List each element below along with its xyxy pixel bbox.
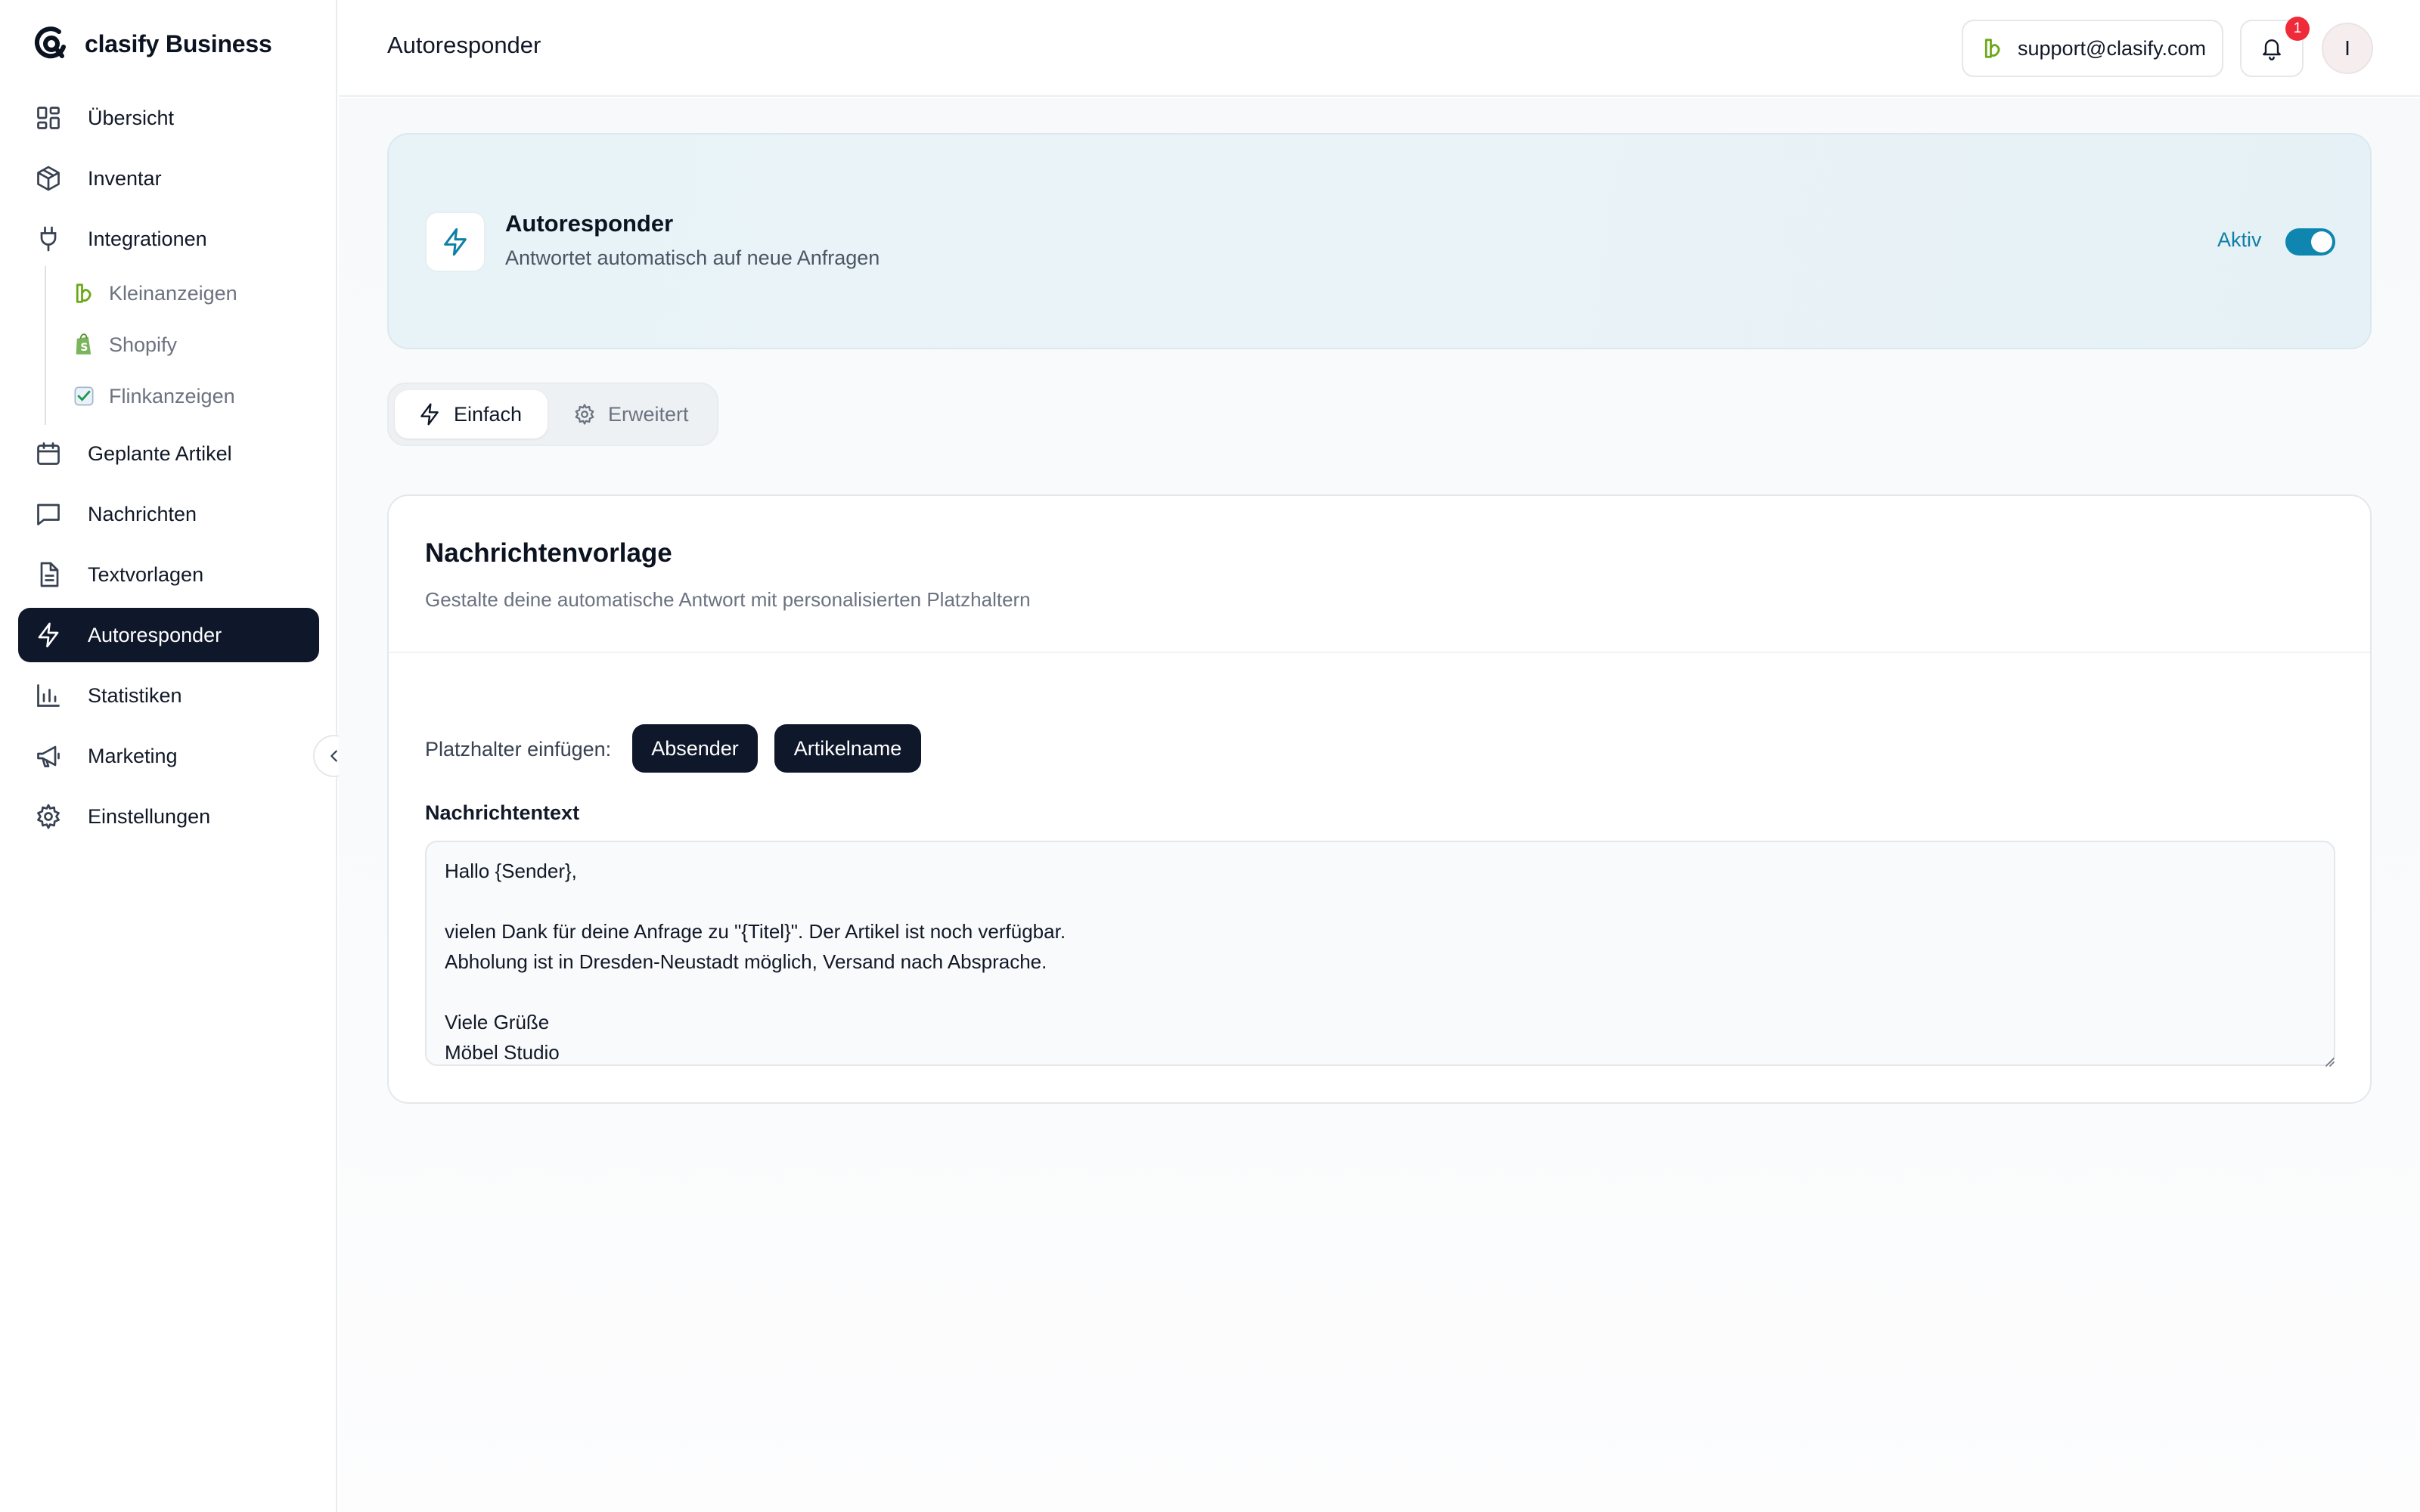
box-icon — [33, 163, 64, 194]
banner-subtitle: Antwortet automatisch auf neue Anfragen — [505, 246, 880, 269]
sidebar-subitem-flinkanzeigen[interactable]: Flinkanzeigen — [73, 376, 235, 416]
flinkanzeigen-icon — [73, 385, 95, 407]
shopify-icon: S — [73, 333, 95, 356]
sidebar-item-label: Einstellungen — [88, 804, 211, 828]
sidebar-item-marketing[interactable]: Marketing — [18, 729, 319, 783]
tab-label: Einfach — [454, 402, 523, 426]
tab-label: Erweitert — [608, 402, 689, 426]
mode-tabs: Einfach Erweitert — [387, 383, 718, 446]
sidebar-item-label: Autoresponder — [88, 623, 222, 646]
svg-text:S: S — [80, 342, 88, 354]
tab-erweitert[interactable]: Erweitert — [567, 390, 711, 438]
brand[interactable]: clasify Business — [33, 24, 272, 64]
card-divider — [389, 652, 2370, 653]
message-text-label: Nachrichtentext — [425, 801, 580, 824]
sidebar-item-geplante-artikel[interactable]: Geplante Artikel — [18, 426, 319, 481]
bar-chart-icon — [33, 680, 64, 711]
gear-icon — [573, 403, 596, 426]
resize-grip-icon[interactable] — [2323, 1055, 2335, 1067]
kleinanzeigen-icon — [73, 282, 95, 305]
bell-icon — [2260, 36, 2284, 60]
sidebar-subitem-label: Kleinanzeigen — [109, 281, 237, 305]
page-title: Autoresponder — [387, 32, 541, 58]
sidebar-item-label: Statistiken — [88, 683, 182, 707]
sidebar-item-label: Nachrichten — [88, 502, 197, 525]
user-avatar[interactable]: I — [2322, 23, 2373, 74]
message-icon — [33, 499, 64, 529]
subnav-divider — [45, 266, 46, 425]
plug-icon — [33, 224, 64, 254]
autoresponder-toggle[interactable] — [2285, 228, 2335, 256]
placeholder-label: Platzhalter einfügen: — [425, 738, 612, 761]
tab-einfach[interactable]: Einfach — [395, 390, 548, 438]
calendar-icon — [33, 438, 64, 469]
sidebar-subitem-kleinanzeigen[interactable]: Kleinanzeigen — [73, 274, 237, 313]
sidebar-item-label: Geplante Artikel — [88, 442, 232, 465]
clasify-logo-icon — [33, 24, 70, 64]
brand-name: clasify Business — [85, 29, 272, 57]
toggle-knob — [2311, 231, 2332, 253]
kleinanzeigen-icon — [1981, 37, 2004, 60]
sidebar-item-label: Integrationen — [88, 227, 207, 250]
sidebar: clasify Business Übersicht Inventar Inte… — [0, 0, 355, 1512]
message-textarea[interactable]: Hallo {Sender}, vielen Dank für deine An… — [425, 841, 2335, 1066]
message-template-card: Nachrichtenvorlage Gestalte deine automa… — [387, 494, 2372, 1104]
insert-title-placeholder-button[interactable]: Artikelname — [774, 724, 921, 773]
insert-sender-placeholder-button[interactable]: Absender — [632, 724, 758, 773]
sidebar-item-inventar[interactable]: Inventar — [18, 151, 319, 206]
megaphone-icon — [33, 741, 64, 771]
sidebar-item-label: Übersicht — [88, 106, 175, 129]
sidebar-item-label: Inventar — [88, 166, 162, 190]
notification-count-badge: 1 — [2285, 17, 2310, 41]
bolt-icon — [33, 620, 64, 650]
sidebar-item-uebersicht[interactable]: Übersicht — [18, 91, 319, 145]
card-subtitle: Gestalte deine automatische Antwort mit … — [425, 588, 1031, 611]
sidebar-item-integrationen[interactable]: Integrationen — [18, 212, 319, 266]
sidebar-item-label: Marketing — [88, 744, 178, 767]
sidebar-item-einstellungen[interactable]: Einstellungen — [18, 789, 319, 844]
document-icon — [33, 559, 64, 590]
sidebar-subitem-label: Flinkanzeigen — [109, 384, 235, 407]
card-title: Nachrichtenvorlage — [425, 538, 672, 568]
sidebar-item-textvorlagen[interactable]: Textvorlagen — [18, 547, 319, 602]
sidebar-item-autoresponder[interactable]: Autoresponder — [18, 608, 319, 662]
sidebar-item-label: Textvorlagen — [88, 562, 204, 586]
dashboard-icon — [33, 103, 64, 133]
sidebar-item-statistiken[interactable]: Statistiken — [18, 668, 319, 723]
active-status-label: Aktiv — [2217, 228, 2262, 251]
autoresponder-status-banner: Autoresponder Antwortet automatisch auf … — [387, 133, 2372, 349]
banner-title: Autoresponder — [505, 210, 674, 237]
bolt-icon — [425, 212, 486, 272]
bolt-icon — [417, 402, 442, 426]
gear-icon — [33, 801, 64, 832]
support-email-label: support@clasify.com — [2018, 36, 2206, 60]
sidebar-subitem-shopify[interactable]: S Shopify — [73, 325, 177, 364]
sidebar-item-nachrichten[interactable]: Nachrichten — [18, 487, 319, 541]
support-email-button[interactable]: support@clasify.com — [1962, 20, 2223, 77]
sidebar-subitem-label: Shopify — [109, 333, 178, 356]
